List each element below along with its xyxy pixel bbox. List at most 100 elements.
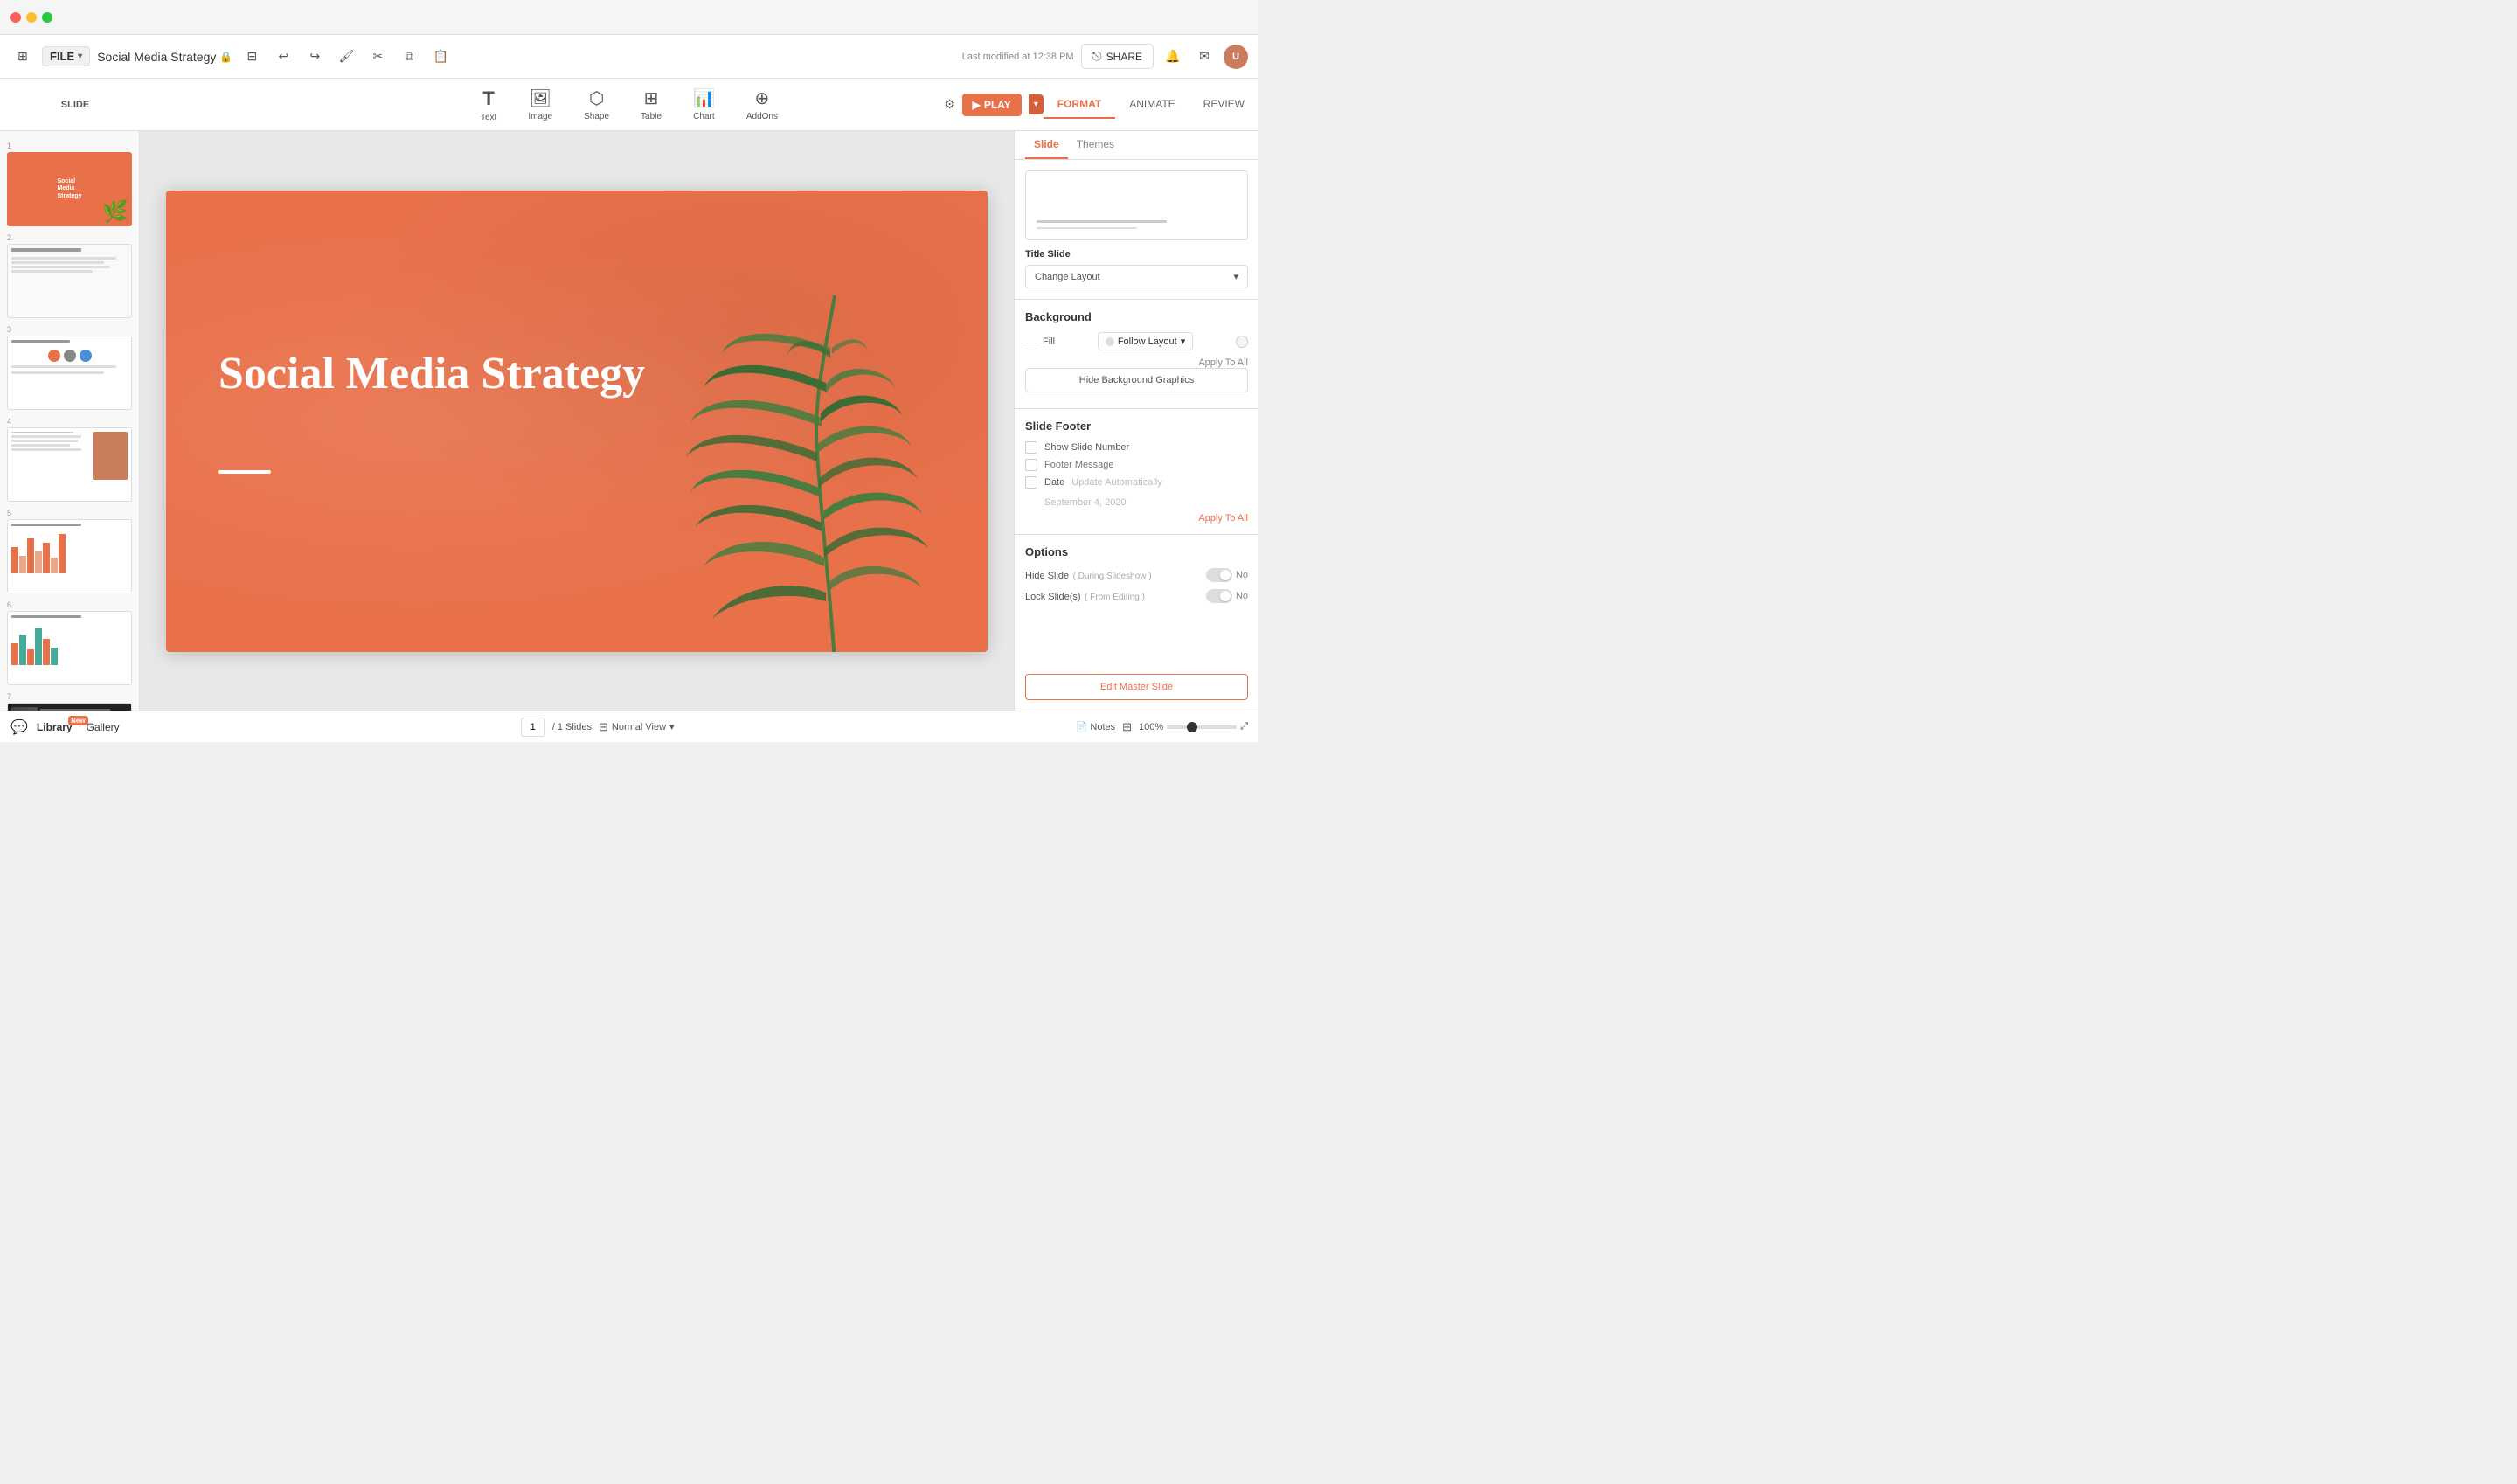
insert-addons-button[interactable]: ⊕ AddOns [746,87,778,121]
slide-thumbnail-7[interactable]: 7 [0,689,139,711]
slide-panel-toggle[interactable]: SLIDE [63,93,87,117]
zoom-slider[interactable] [1167,725,1237,729]
section-divider-2 [1015,408,1258,409]
hide-slide-value: No [1236,570,1248,580]
notes-button[interactable]: 📄 Notes [1076,721,1115,732]
zoom-controls: 100% ⤢ [1139,721,1248,732]
page-number-input[interactable] [521,718,545,737]
footer-section-title: Slide Footer [1025,420,1248,433]
main-content: 1 SocialMediaStrategy 🌿 2 [0,131,1258,711]
circle-3 [80,350,92,362]
thumb-inner-5 [7,519,132,593]
thumb-inner-7 [7,703,132,711]
section-divider-1 [1015,299,1258,300]
file-menu-button[interactable]: FILE ▾ [42,46,90,66]
date-checkbox[interactable] [1025,476,1037,489]
change-layout-button[interactable]: Change Layout ▾ [1025,265,1248,288]
zoom-fit-icon[interactable]: ⤢ [1240,721,1248,732]
fill-dropdown[interactable]: Follow Layout ▾ [1098,332,1193,350]
share-icon: ⎋ [1092,49,1102,64]
hide-background-button[interactable]: Hide Background Graphics [1025,368,1248,392]
home-icon[interactable]: ⊞ [10,45,35,69]
settings-button[interactable]: ⚙ [938,93,962,117]
title-bar [0,0,1258,35]
slide-number-7: 7 [7,692,132,701]
apply-all-bg[interactable]: Apply To All [1025,357,1248,368]
paint-format-icon[interactable]: 🖌 [334,45,358,69]
slide-thumbnail-2[interactable]: 2 [0,230,139,322]
modified-text: Last modified at 12:38 PM [962,52,1074,62]
toolbar-left: ⊞ FILE ▾ Social Media Strategy 🔒 ⊟ ↩ ↪ 🖌… [10,45,955,69]
user-avatar[interactable]: U [1224,45,1248,69]
slide-thumbnail-5[interactable]: 5 [0,505,139,597]
apply-all-footer[interactable]: Apply To All [1025,513,1248,524]
slide-number-2: 2 [7,233,132,242]
cut-icon[interactable]: ✂ [365,45,390,69]
slide-number-6: 6 [7,600,132,609]
play-button[interactable]: ▶ PLAY [962,94,1022,116]
themes-tab[interactable]: Themes [1068,131,1123,159]
library-button[interactable]: Library New [37,721,73,733]
slide-thumbnail-4[interactable]: 4 [0,413,139,505]
dark-img-1 [11,707,38,711]
layout-preview-inner [1030,213,1244,236]
fill-color-picker[interactable] [1236,336,1248,348]
review-tab[interactable]: REVIEW [1189,91,1258,119]
top-toolbar: ⊞ FILE ▾ Social Media Strategy 🔒 ⊟ ↩ ↪ 🖌… [0,35,1258,79]
canvas-area: Social Media Strategy [140,131,1014,711]
grid-layout-icon[interactable]: ⊞ [1122,720,1132,734]
edit-master-slide-button[interactable]: Edit Master Slide [1025,674,1248,700]
slide-thumbnail-6[interactable]: 6 [0,597,139,689]
undo-button[interactable]: ↩ [271,45,295,69]
normal-view-button[interactable]: ⊟ Normal View ▾ [599,720,675,734]
slide-preview-2 [8,245,131,317]
slide1-plant-icon: 🌿 [102,199,128,225]
preview-line-2 [1037,227,1137,229]
paste-icon[interactable]: 📋 [428,45,453,69]
bottom-chat-icon[interactable]: 💬 [10,718,28,736]
hide-slide-toggle[interactable] [1206,568,1232,582]
insert-chart-button[interactable]: 📊 Chart [693,87,715,121]
redo-button[interactable]: ↪ [302,45,327,69]
fullscreen-button[interactable] [42,12,52,23]
play-dropdown-button[interactable]: ▾ [1029,94,1044,114]
slide-layout-icon[interactable]: ⊟ [239,45,264,69]
chart-bars-6 [11,621,128,665]
share-button[interactable]: ⎋ SHARE [1081,44,1154,69]
circle-1 [48,350,60,362]
panel-tabs: Slide Themes [1015,131,1258,160]
main-slide-canvas[interactable]: Social Media Strategy [166,191,988,652]
file-label: FILE [50,50,74,63]
format-tab[interactable]: FORMAT [1044,91,1115,119]
footer-message-input[interactable] [1044,460,1248,470]
hide-bg-label: Hide Background Graphics [1079,375,1194,385]
slide-preview-3 [8,336,131,409]
footer-message-checkbox[interactable] [1025,459,1037,471]
image-insert-label: Image [528,112,552,121]
insert-text-button[interactable]: T Text [481,87,496,122]
slide-number-4: 4 [7,417,132,426]
copy-icon[interactable]: ⧉ [397,45,421,69]
show-slide-number-checkbox[interactable] [1025,441,1037,454]
slide-thumbnail-3[interactable]: 3 [0,322,139,413]
slide-number-3: 3 [7,325,132,334]
slide-title-text[interactable]: Social Media Strategy [218,348,645,400]
insert-shape-button[interactable]: ⬡ Shape [584,87,609,121]
animate-tab[interactable]: ANIMATE [1115,91,1189,119]
slide-tab[interactable]: Slide [1025,131,1068,159]
notes-icon: 📄 [1076,721,1088,732]
insert-table-button[interactable]: ⊞ Table [641,87,662,121]
view-dropdown-icon: ▾ [669,721,675,732]
lock-slide-toggle[interactable] [1206,589,1232,603]
thumb-inner-2 [7,244,132,318]
minimize-button[interactable] [26,12,37,23]
insert-image-button[interactable]: 🖼 Image [528,87,552,121]
close-button[interactable] [10,12,21,23]
doc-title-text: Social Media Strategy [97,50,216,64]
slide-thumbnail-1[interactable]: 1 SocialMediaStrategy 🌿 [0,138,139,230]
hide-slide-sub: ( During Slideshow ) [1073,572,1152,581]
thumb-inner-3 [7,336,132,410]
gallery-button[interactable]: Gallery [87,721,120,733]
chat-icon[interactable]: ✉ [1192,45,1217,69]
notifications-icon[interactable]: 🔔 [1161,45,1185,69]
